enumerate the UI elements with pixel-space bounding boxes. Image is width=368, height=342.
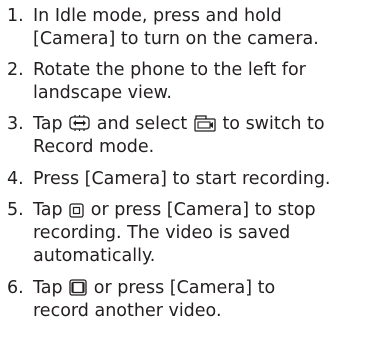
step-text: Rotate the phone to the left for landsca… [33,59,368,105]
step-text-line: Record mode. [33,137,155,157]
step-3: 3. Tap and select to switch to Record mo… [0,113,368,159]
video-camera-icon [194,114,216,132]
step-text-segment: or press [Camera] to [93,278,276,298]
step-text: In Idle mode, press and hold [Camera] to… [33,5,368,51]
step-text-line: Rotate the phone to the left for [33,60,306,80]
mode-switch-icon [69,114,90,132]
step-text: Tap or press [Camera] to record another … [33,277,368,323]
step-number: 2. [7,60,24,80]
step-number: 4. [7,169,24,189]
step-1: 1. In Idle mode, press and hold [Camera]… [0,5,368,51]
step-text-segment: to switch to [222,114,325,134]
new-video-icon [69,279,87,296]
step-number: 3. [7,114,24,134]
step-number: 5. [7,200,24,220]
step-text-line: recording. The video is saved [33,223,291,243]
step-text-line: Tap and select to switch to [33,113,368,136]
stop-icon [69,203,84,218]
step-text-line: [Camera] to turn on the camera. [33,29,319,49]
step-text-line: Tap or press [Camera] to [33,277,368,300]
step-text-line: Press [Camera] to start recording. [33,169,331,189]
step-4: 4. Press [Camera] to start recording. [0,168,368,191]
step-text: Press [Camera] to start recording. [33,168,368,191]
step-text-segment: Tap [33,278,63,298]
step-number: 6. [7,278,24,298]
step-text-segment: Tap [33,114,63,134]
step-text: Tap or press [Camera] to stop recording.… [33,199,368,268]
step-text-segment: and select [96,114,188,134]
step-text-segment: Tap [33,200,63,220]
step-number: 1. [7,6,24,26]
step-text-line: record another video. [33,301,222,321]
step-text-segment: or press [Camera] to stop [90,200,316,220]
step-5: 5. Tap or press [Camera] to stop recordi… [0,199,368,268]
step-text-line: automatically. [33,246,156,266]
step-text: Tap and select to switch to Record mode. [33,113,368,159]
step-text-line: landscape view. [33,83,172,103]
step-6: 6. Tap or press [Camera] to record anoth… [0,277,368,323]
step-text-line: Tap or press [Camera] to stop [33,199,368,222]
step-text-line: In Idle mode, press and hold [33,6,282,26]
step-2: 2. Rotate the phone to the left for land… [0,59,368,105]
